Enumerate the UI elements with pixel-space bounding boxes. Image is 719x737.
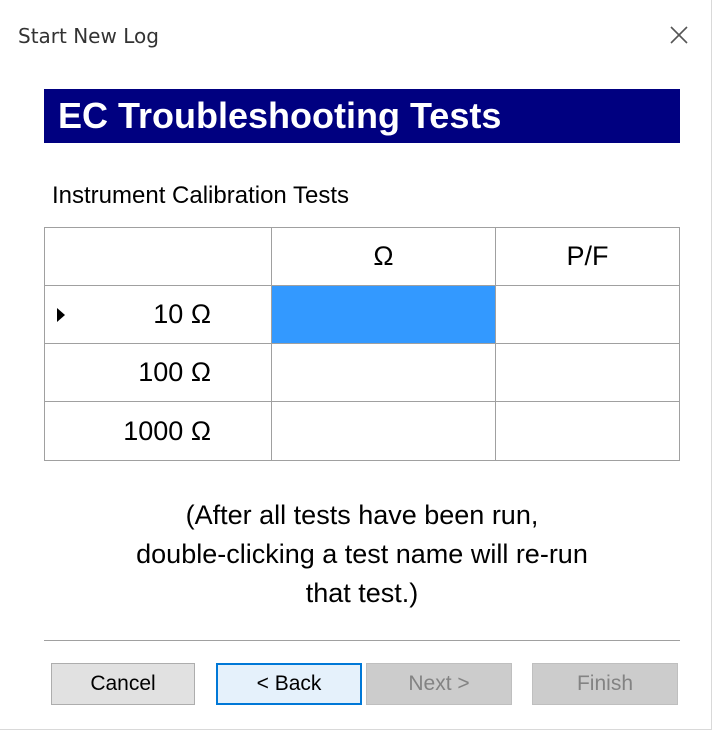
close-icon[interactable] bbox=[664, 20, 694, 50]
row-header-10-ohm[interactable]: 10 Ω bbox=[45, 286, 272, 344]
cell-10-ohm-pass-fail[interactable] bbox=[496, 286, 679, 344]
current-row-pointer-icon bbox=[57, 308, 65, 322]
rerun-instruction-note: (After all tests have been run, double-c… bbox=[44, 496, 680, 613]
section-label: Instrument Calibration Tests bbox=[52, 182, 350, 209]
row-label: 100 Ω bbox=[138, 357, 211, 387]
cell-1000-ohm-value[interactable] bbox=[272, 402, 496, 460]
grid-corner-header bbox=[45, 228, 272, 286]
next-button: Next > bbox=[366, 663, 512, 705]
note-line: double-clicking a test name will re-run bbox=[136, 539, 588, 569]
row-label: 10 Ω bbox=[153, 299, 211, 329]
row-header-1000-ohm[interactable]: 1000 Ω bbox=[45, 402, 272, 460]
dialog-window: Start New Log EC Troubleshooting Tests I… bbox=[0, 0, 712, 730]
note-line: that test.) bbox=[305, 578, 419, 608]
header-banner: EC Troubleshooting Tests bbox=[44, 89, 680, 143]
title-bar: Start New Log bbox=[0, 0, 711, 68]
cell-100-ohm-value[interactable] bbox=[272, 344, 496, 402]
calibration-grid: Ω P/F 10 Ω 100 Ω 1000 Ω bbox=[44, 227, 680, 461]
page-title: EC Troubleshooting Tests bbox=[58, 95, 502, 136]
finish-button: Finish bbox=[532, 663, 678, 705]
window-title: Start New Log bbox=[18, 24, 159, 48]
row-header-100-ohm[interactable]: 100 Ω bbox=[45, 344, 272, 402]
back-button[interactable]: < Back bbox=[216, 663, 362, 705]
cell-100-ohm-pass-fail[interactable] bbox=[496, 344, 679, 402]
note-line: (After all tests have been run, bbox=[185, 500, 539, 530]
column-header-pass-fail[interactable]: P/F bbox=[496, 228, 679, 286]
cell-1000-ohm-pass-fail[interactable] bbox=[496, 402, 679, 460]
row-label: 1000 Ω bbox=[123, 415, 211, 446]
column-header-ohms[interactable]: Ω bbox=[272, 228, 496, 286]
cell-10-ohm-value[interactable] bbox=[272, 286, 496, 344]
cancel-button[interactable]: Cancel bbox=[51, 663, 195, 705]
divider bbox=[44, 640, 680, 641]
